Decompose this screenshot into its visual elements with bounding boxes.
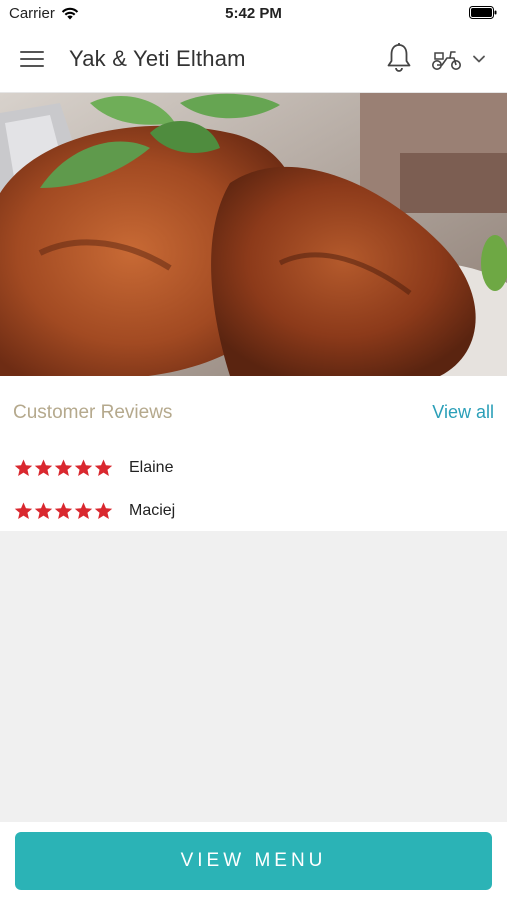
star-icon bbox=[74, 459, 93, 476]
review-item: Elaine bbox=[14, 459, 173, 477]
food-photo bbox=[0, 93, 507, 376]
view-all-reviews-link[interactable]: View all bbox=[432, 402, 494, 423]
top-navigation-bar: Yak & Yeti Eltham bbox=[0, 26, 507, 93]
star-icon bbox=[74, 502, 93, 519]
star-icon bbox=[94, 502, 113, 519]
star-icon bbox=[34, 502, 53, 519]
view-menu-button[interactable]: VIEW MENU bbox=[15, 832, 492, 890]
star-rating bbox=[14, 502, 113, 520]
status-time: 5:42 PM bbox=[225, 5, 282, 22]
reviewer-name: Maciej bbox=[129, 502, 176, 519]
star-icon bbox=[14, 502, 33, 519]
notification-bell-icon[interactable] bbox=[384, 42, 414, 74]
chevron-down-icon[interactable] bbox=[471, 53, 487, 65]
star-rating bbox=[14, 459, 113, 477]
restaurant-hero-image bbox=[0, 93, 507, 376]
star-icon bbox=[34, 459, 53, 476]
reviews-heading: Customer Reviews bbox=[13, 402, 173, 423]
review-item: Maciej bbox=[14, 502, 175, 520]
star-icon bbox=[54, 502, 73, 519]
status-bar: Carrier 5:42 PM bbox=[0, 0, 507, 26]
restaurant-title: Yak & Yeti Eltham bbox=[69, 46, 246, 71]
bottom-action-bar: VIEW MENU bbox=[0, 822, 507, 900]
reviewer-name: Elaine bbox=[129, 459, 174, 476]
star-icon bbox=[54, 459, 73, 476]
star-icon bbox=[14, 459, 33, 476]
battery-icon bbox=[469, 6, 497, 19]
star-icon bbox=[94, 459, 113, 476]
delivery-scooter-icon[interactable] bbox=[430, 46, 464, 72]
hamburger-menu-icon[interactable] bbox=[20, 46, 50, 74]
customer-reviews-section: Customer Reviews View all Elaine Maciej bbox=[0, 376, 507, 531]
